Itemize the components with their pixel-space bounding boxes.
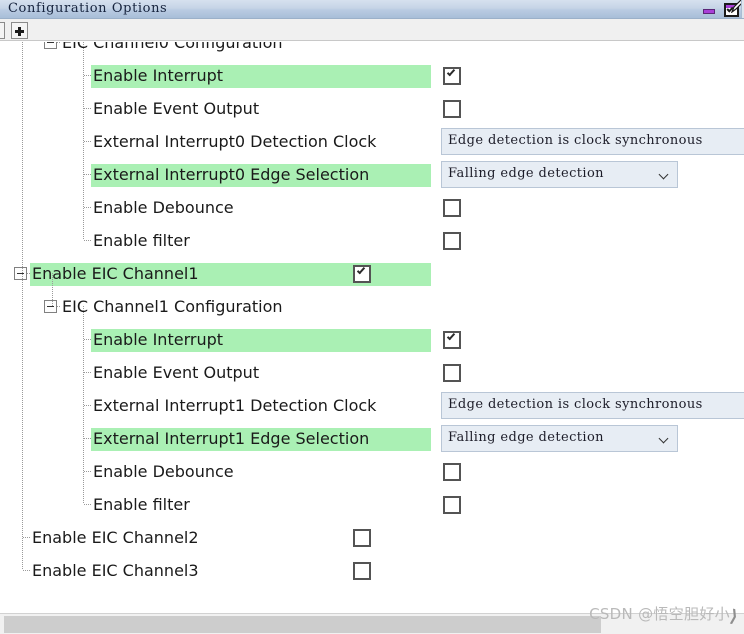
tree-row[interactable]: External Interrupt1 Detection Clock Edge … [0, 389, 744, 422]
window-controls [702, 0, 744, 18]
toolbar-button-partial[interactable] [0, 22, 5, 39]
tree-row[interactable]: Enable EIC Channel3 [0, 554, 744, 587]
tree-row[interactable]: Enable Interrupt [0, 59, 744, 92]
readonly-field-ch1-external-interrupt1-detection-clock[interactable]: Edge detection is clock synchronous [441, 392, 744, 419]
watermark-text: CSDN @悟空胆好小 [589, 605, 730, 623]
tree-row[interactable]: Enable Debounce [0, 191, 744, 224]
tree-row[interactable]: Enable filter [0, 224, 744, 257]
expand-all-button[interactable] [11, 22, 28, 39]
checkbox-ch1-enable-debounce[interactable] [443, 463, 461, 481]
tree-row[interactable]: External Interrupt0 Detection Clock Edge … [0, 125, 744, 158]
tree-row[interactable]: Enable Interrupt [0, 323, 744, 356]
horizontal-scrollbar-thumb[interactable] [4, 616, 601, 633]
tree-row[interactable]: Enable EIC Channel2 [0, 521, 744, 554]
tree-guide-root [22, 42, 23, 570]
tree-row-label-eic-channel0-configuration: EIC Channel0 Configuration [62, 42, 283, 52]
field-value: Falling edge detection [448, 166, 604, 181]
tree-row-label-ch1-external-interrupt1-detection-clock: External Interrupt1 Detection Clock [93, 396, 377, 415]
tree-row[interactable]: Enable Event Output [0, 356, 744, 389]
tree-row-label-ch1-enable-event-output: Enable Event Output [93, 363, 260, 382]
tree-row-label-ch1-external-interrupt1-edge-selection: External Interrupt1 Edge Selection [91, 428, 431, 451]
tree-guide-level2-ch1 [83, 306, 84, 504]
tree-row[interactable]: EIC Channel1 Configuration [0, 290, 744, 323]
chevron-down-icon [660, 171, 669, 180]
checkbox-enable-eic-channel3[interactable] [353, 562, 371, 580]
checkbox-ch0-enable-interrupt[interactable] [443, 67, 461, 85]
checkbox-ch1-enable-interrupt[interactable] [443, 331, 461, 349]
tree-row[interactable]: External Interrupt1 Edge Selection Fallin… [0, 422, 744, 455]
configuration-tree[interactable]: EIC Channel0 Configuration Enable Interru… [0, 42, 744, 613]
tree-row-label-ch1-enable-filter: Enable filter [93, 495, 190, 514]
window-title: Configuration Options [8, 1, 168, 16]
tree-row-label-ch1-enable-debounce: Enable Debounce [93, 462, 234, 481]
field-value: Edge detection is clock synchronous [448, 133, 703, 148]
tree-row[interactable]: Enable filter [0, 488, 744, 521]
title-bar: Configuration Options [0, 0, 744, 19]
toolbar [0, 19, 744, 41]
dropdown-ch0-external-interrupt0-edge-selection[interactable]: Falling edge detection [441, 161, 678, 188]
checkbox-ch1-enable-filter[interactable] [443, 496, 461, 514]
readonly-field-ch0-external-interrupt0-detection-clock[interactable]: Edge detection is clock synchronous [441, 128, 744, 155]
checkbox-ch0-enable-filter[interactable] [443, 232, 461, 250]
tree-row-label-ch0-external-interrupt0-edge-selection: External Interrupt0 Edge Selection [91, 164, 431, 187]
tree-row-label-ch0-enable-interrupt: Enable Interrupt [91, 65, 431, 88]
tree-row-label-enable-eic-channel2: Enable EIC Channel2 [32, 528, 199, 547]
tree-row-label-eic-channel1-configuration: EIC Channel1 Configuration [62, 297, 283, 316]
chevron-down-icon [660, 435, 669, 444]
checkbox-enable-eic-channel1[interactable] [353, 265, 371, 283]
collapse-toggle-icon[interactable] [44, 42, 57, 49]
tree-row-label-ch0-external-interrupt0-detection-clock: External Interrupt0 Detection Clock [93, 132, 377, 151]
dropdown-ch1-external-interrupt1-edge-selection[interactable]: Falling edge detection [441, 425, 678, 452]
tree-row[interactable]: Enable Event Output [0, 92, 744, 125]
tree-row-label-enable-eic-channel3: Enable EIC Channel3 [32, 561, 199, 580]
restore-window-icon[interactable] [724, 0, 744, 18]
field-value: Falling edge detection [448, 430, 604, 445]
tree-row[interactable]: Enable EIC Channel1 [0, 257, 744, 290]
tree-guide-level2-ch0 [83, 42, 84, 240]
checkbox-ch1-enable-event-output[interactable] [443, 364, 461, 382]
tree-guide-level1 [52, 273, 53, 306]
tree-row-label-ch0-enable-event-output: Enable Event Output [93, 99, 260, 118]
configuration-options-window: Configuration Options EIC Channel0 Confi… [0, 0, 744, 634]
checkbox-enable-eic-channel2[interactable] [353, 529, 371, 547]
tree-row[interactable]: Enable Debounce [0, 455, 744, 488]
tree-row-label-ch0-enable-filter: Enable filter [93, 231, 190, 250]
watermark: CSDN @悟空胆好小⟩ [589, 603, 740, 628]
checkbox-ch0-enable-event-output[interactable] [443, 100, 461, 118]
collapse-toggle-icon[interactable] [44, 300, 57, 313]
field-value: Edge detection is clock synchronous [448, 397, 703, 412]
checkbox-ch0-enable-debounce[interactable] [443, 199, 461, 217]
minimize-icon[interactable] [702, 3, 716, 17]
tree-row-label-ch0-enable-debounce: Enable Debounce [93, 198, 234, 217]
tree-row[interactable]: EIC Channel0 Configuration [0, 42, 744, 59]
tree-row-label-ch1-enable-interrupt: Enable Interrupt [91, 329, 431, 352]
collapse-toggle-icon[interactable] [14, 267, 27, 280]
tree-row[interactable]: External Interrupt0 Edge Selection Fallin… [0, 158, 744, 191]
